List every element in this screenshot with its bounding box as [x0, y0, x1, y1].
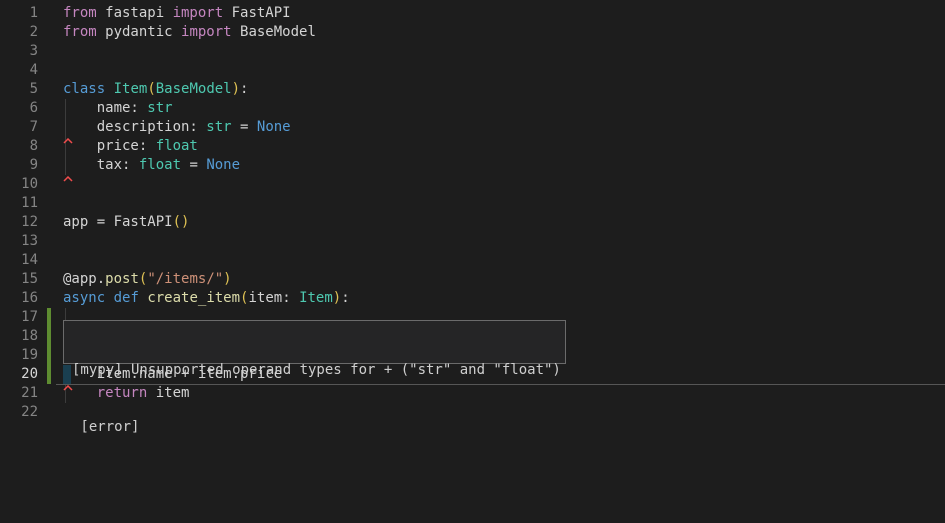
diagnostic-severity: [error]: [72, 418, 565, 437]
code-line[interactable]: 1 from fastapi import FastAPI: [0, 4, 945, 23]
line-number: 9: [0, 156, 60, 175]
code-text: from pydantic import BaseModel: [63, 23, 316, 42]
code-line[interactable]: 13: [0, 232, 945, 251]
code-text: async def create_item(item: Item):: [63, 289, 350, 308]
line-number: 14: [0, 251, 60, 270]
code-line[interactable]: 12 app = FastAPI(): [0, 213, 945, 232]
code-text: tax: float = None: [63, 156, 240, 175]
code-line[interactable]: 9 tax: float = None: [0, 156, 945, 175]
line-number: 21: [0, 384, 60, 403]
code-line[interactable]: 5 class Item(BaseModel):: [0, 80, 945, 99]
code-text: price: float: [63, 137, 198, 156]
code-line[interactable]: 7 description: str = None: [0, 118, 945, 137]
line-number: 13: [0, 232, 60, 251]
line-number: 11: [0, 194, 60, 213]
line-number: 18: [0, 327, 60, 346]
line-number: 5: [0, 80, 60, 99]
code-line[interactable]: 16 async def create_item(item: Item):: [0, 289, 945, 308]
code-line[interactable]: 3: [0, 42, 945, 61]
line-number: 2: [0, 23, 60, 42]
line-number: 1: [0, 4, 60, 23]
code-line[interactable]: 6 name: str: [0, 99, 945, 118]
code-line[interactable]: 2 from pydantic import BaseModel: [0, 23, 945, 42]
diagnostic-tooltip: [mypy] Unsupported operand types for + (…: [63, 320, 566, 364]
line-number: 22: [0, 403, 60, 422]
line-number: 16: [0, 289, 60, 308]
code-line[interactable]: 15 @app.post("/items/"): [0, 270, 945, 289]
code-line[interactable]: 4: [0, 61, 945, 80]
line-number: 12: [0, 213, 60, 232]
line-number: 20: [0, 365, 60, 384]
line-number: 3: [0, 42, 60, 61]
code-text: description: str = None: [63, 118, 291, 137]
code-text: from fastapi import FastAPI: [63, 4, 291, 23]
code-text: app = FastAPI(): [63, 213, 189, 232]
line-number: 4: [0, 61, 60, 80]
line-number: 17: [0, 308, 60, 327]
diagnostic-message: [mypy] Unsupported operand types for + (…: [72, 361, 565, 380]
line-number: 15: [0, 270, 60, 289]
code-text: name: str: [63, 99, 173, 118]
code-text: class Item(BaseModel):: [63, 80, 248, 99]
line-number: 19: [0, 346, 60, 365]
line-number: 8: [0, 137, 60, 156]
line-number: 10: [0, 175, 60, 194]
code-editor: 1 from fastapi import FastAPI 2 from pyd…: [0, 0, 945, 523]
line-number: 6: [0, 99, 60, 118]
line-number: 7: [0, 118, 60, 137]
error-caret-icon: [63, 169, 73, 175]
git-added-indicator: [47, 308, 51, 384]
code-line[interactable]: 11: [0, 194, 945, 213]
error-caret-icon: [63, 131, 73, 137]
code-line[interactable]: 14: [0, 251, 945, 270]
code-line[interactable]: 8 price: float: [0, 137, 945, 156]
code-line[interactable]: 10: [0, 175, 945, 194]
code-text: @app.post("/items/"): [63, 270, 232, 289]
